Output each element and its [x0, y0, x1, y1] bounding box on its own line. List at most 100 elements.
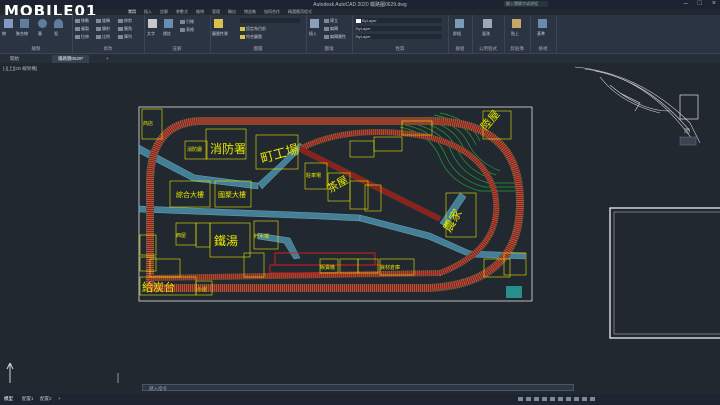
- group-properties: ByLayer ByLayer ByLayer 性質: [352, 15, 449, 53]
- edit-block-label: 編輯: [330, 26, 338, 31]
- leader-button[interactable]: 引線: [180, 19, 194, 25]
- group-annotation: 文字 標註 引線 表格 註解: [144, 15, 211, 53]
- layer-set-current-label: 設定為目前: [246, 26, 266, 31]
- viewport-controls-label[interactable]: [-][上][2D 線架構]: [3, 66, 37, 72]
- measure-icon: [483, 19, 492, 28]
- rotate-icon: [96, 18, 101, 23]
- polyline-icon: [20, 19, 29, 28]
- layer-dropdown[interactable]: [240, 18, 300, 23]
- group-annotation-label: 註解: [172, 46, 182, 51]
- draw-line-button[interactable]: 線: [2, 31, 6, 37]
- command-input[interactable]: 鍵入指令: [142, 384, 574, 391]
- ortho-toggle-icon[interactable]: [534, 397, 539, 401]
- layer-match-icon: [240, 34, 245, 39]
- dimension-button[interactable]: 標註: [163, 31, 171, 37]
- layer-match-button[interactable]: 符合圖層: [240, 34, 262, 40]
- modify-mirror-button[interactable]: 鏡射: [96, 26, 110, 32]
- view-cube[interactable]: [679, 136, 697, 146]
- circle-icon: [38, 19, 47, 28]
- new-tab-button[interactable]: +: [100, 55, 115, 62]
- lineweight-toggle-icon[interactable]: [558, 397, 563, 401]
- group-layers-label: 圖層: [253, 46, 263, 51]
- label-teahouse: 茶屋: [325, 173, 351, 195]
- add-layout-button[interactable]: +: [58, 396, 61, 401]
- modify-trim-label: 修剪: [124, 18, 132, 23]
- move-icon: [75, 18, 80, 23]
- draw-polyline-button[interactable]: 聚合線: [16, 31, 28, 37]
- text-button[interactable]: 文字: [147, 31, 155, 37]
- linetype-dropdown[interactable]: ByLayer: [356, 26, 442, 31]
- railway-track: [146, 117, 525, 292]
- group-draw-label: 繪製: [31, 46, 41, 51]
- tab-layout2[interactable]: 配置2: [40, 396, 52, 402]
- draw-circle-button[interactable]: 圓: [38, 31, 42, 37]
- edit-attributes-button[interactable]: 編輯屬性: [324, 34, 346, 40]
- label-west-house: 西屋: [176, 233, 186, 239]
- fillet-icon: [118, 26, 123, 31]
- search-input[interactable]: 鍵入關鍵字或詞組: [504, 1, 548, 7]
- annotation-scale-icon[interactable]: [574, 397, 579, 401]
- polar-toggle-icon[interactable]: [542, 397, 547, 401]
- layer-set-current-button[interactable]: 設定為目前: [240, 26, 266, 32]
- tab-model[interactable]: 模型: [4, 396, 13, 402]
- tab-drawing[interactable]: 鐵路圖0629*: [52, 55, 90, 63]
- modify-rotate-button[interactable]: 旋轉: [96, 18, 110, 24]
- tab-layout1[interactable]: 配置1: [22, 396, 34, 402]
- modify-stretch-button[interactable]: 拉伸: [75, 34, 89, 40]
- workspace-gear-icon[interactable]: [582, 397, 587, 401]
- tab-start[interactable]: 開始: [4, 55, 25, 63]
- snap-toggle-icon[interactable]: [526, 397, 531, 401]
- color-dropdown[interactable]: ByLayer: [356, 18, 442, 23]
- group-layers: 圖層性質 設定為目前 符合圖層 圖層: [210, 15, 307, 53]
- stretch-icon: [75, 34, 80, 39]
- color-dropdown-value: ByLayer: [362, 18, 377, 23]
- label-fire-hall: 消防廳: [187, 146, 202, 153]
- label-parking: 駐車場: [306, 172, 321, 179]
- layer-properties-button[interactable]: 圖層性質: [212, 31, 228, 37]
- draw-arc-button[interactable]: 弧: [54, 31, 58, 37]
- modify-stretch-label: 拉伸: [81, 34, 89, 39]
- modify-move-label: 移動: [81, 18, 89, 23]
- ribbon-panel: 線 聚合線 圓 弧 繪製 移動 旋轉 修剪 複製 鏡射 圓角 拉伸 比例 陣列 …: [0, 15, 720, 54]
- modify-move-button[interactable]: 移動: [75, 18, 89, 24]
- close-button[interactable]: ×: [712, 0, 716, 7]
- measure-button[interactable]: 量測: [482, 31, 490, 37]
- create-block-label: 建立: [330, 18, 338, 23]
- create-block-button[interactable]: 建立: [324, 18, 338, 24]
- drawing-viewport[interactable]: 南 消防署 町工場 茶屋 鐵湯 農家 給炭台 綜合大樓 國聚大樓 商店 資材倉庫…: [0, 63, 720, 383]
- edit-block-button[interactable]: 編輯: [324, 26, 338, 32]
- transparency-toggle-icon[interactable]: [566, 397, 571, 401]
- arc-icon: [54, 19, 63, 28]
- osnap-toggle-icon[interactable]: [550, 397, 555, 401]
- label-material-warehouse: 資材倉庫: [380, 264, 400, 271]
- edit-block-icon: [324, 26, 329, 31]
- label-cabin: 小屋: [197, 286, 207, 293]
- view-base-button[interactable]: 基準: [537, 31, 545, 37]
- modify-trim-button[interactable]: 修剪: [118, 18, 132, 24]
- group-clipboard: 貼上 剪貼簿: [504, 15, 531, 53]
- modify-copy-button[interactable]: 複製: [75, 26, 89, 32]
- layer-properties-icon: [214, 19, 223, 28]
- customize-menu-icon[interactable]: [590, 397, 595, 401]
- create-block-icon: [324, 18, 329, 23]
- modify-fillet-label: 圓角: [124, 26, 132, 31]
- trim-icon: [118, 18, 123, 23]
- paste-button[interactable]: 貼上: [511, 31, 519, 37]
- modify-array-button[interactable]: 陣列: [118, 34, 132, 40]
- label-bathhouse: 鐵湯: [214, 233, 238, 248]
- grid-toggle-icon[interactable]: [518, 397, 523, 401]
- lineweight-dropdown[interactable]: ByLayer: [356, 34, 442, 39]
- line-icon: [4, 19, 13, 28]
- table-button[interactable]: 表格: [180, 27, 194, 33]
- layout-paper-inner: [613, 211, 720, 335]
- modify-scale-button[interactable]: 比例: [96, 34, 110, 40]
- minimize-button[interactable]: –: [684, 0, 688, 7]
- group-button[interactable]: 群組: [453, 31, 461, 37]
- modify-array-label: 陣列: [124, 34, 132, 39]
- status-toggles: [518, 397, 595, 401]
- modify-rotate-label: 旋轉: [102, 18, 110, 23]
- label-national-building: 國聚大樓: [218, 190, 246, 199]
- modify-fillet-button[interactable]: 圓角: [118, 26, 132, 32]
- insert-block-button[interactable]: 插入: [309, 31, 317, 37]
- maximize-button[interactable]: □: [698, 0, 702, 7]
